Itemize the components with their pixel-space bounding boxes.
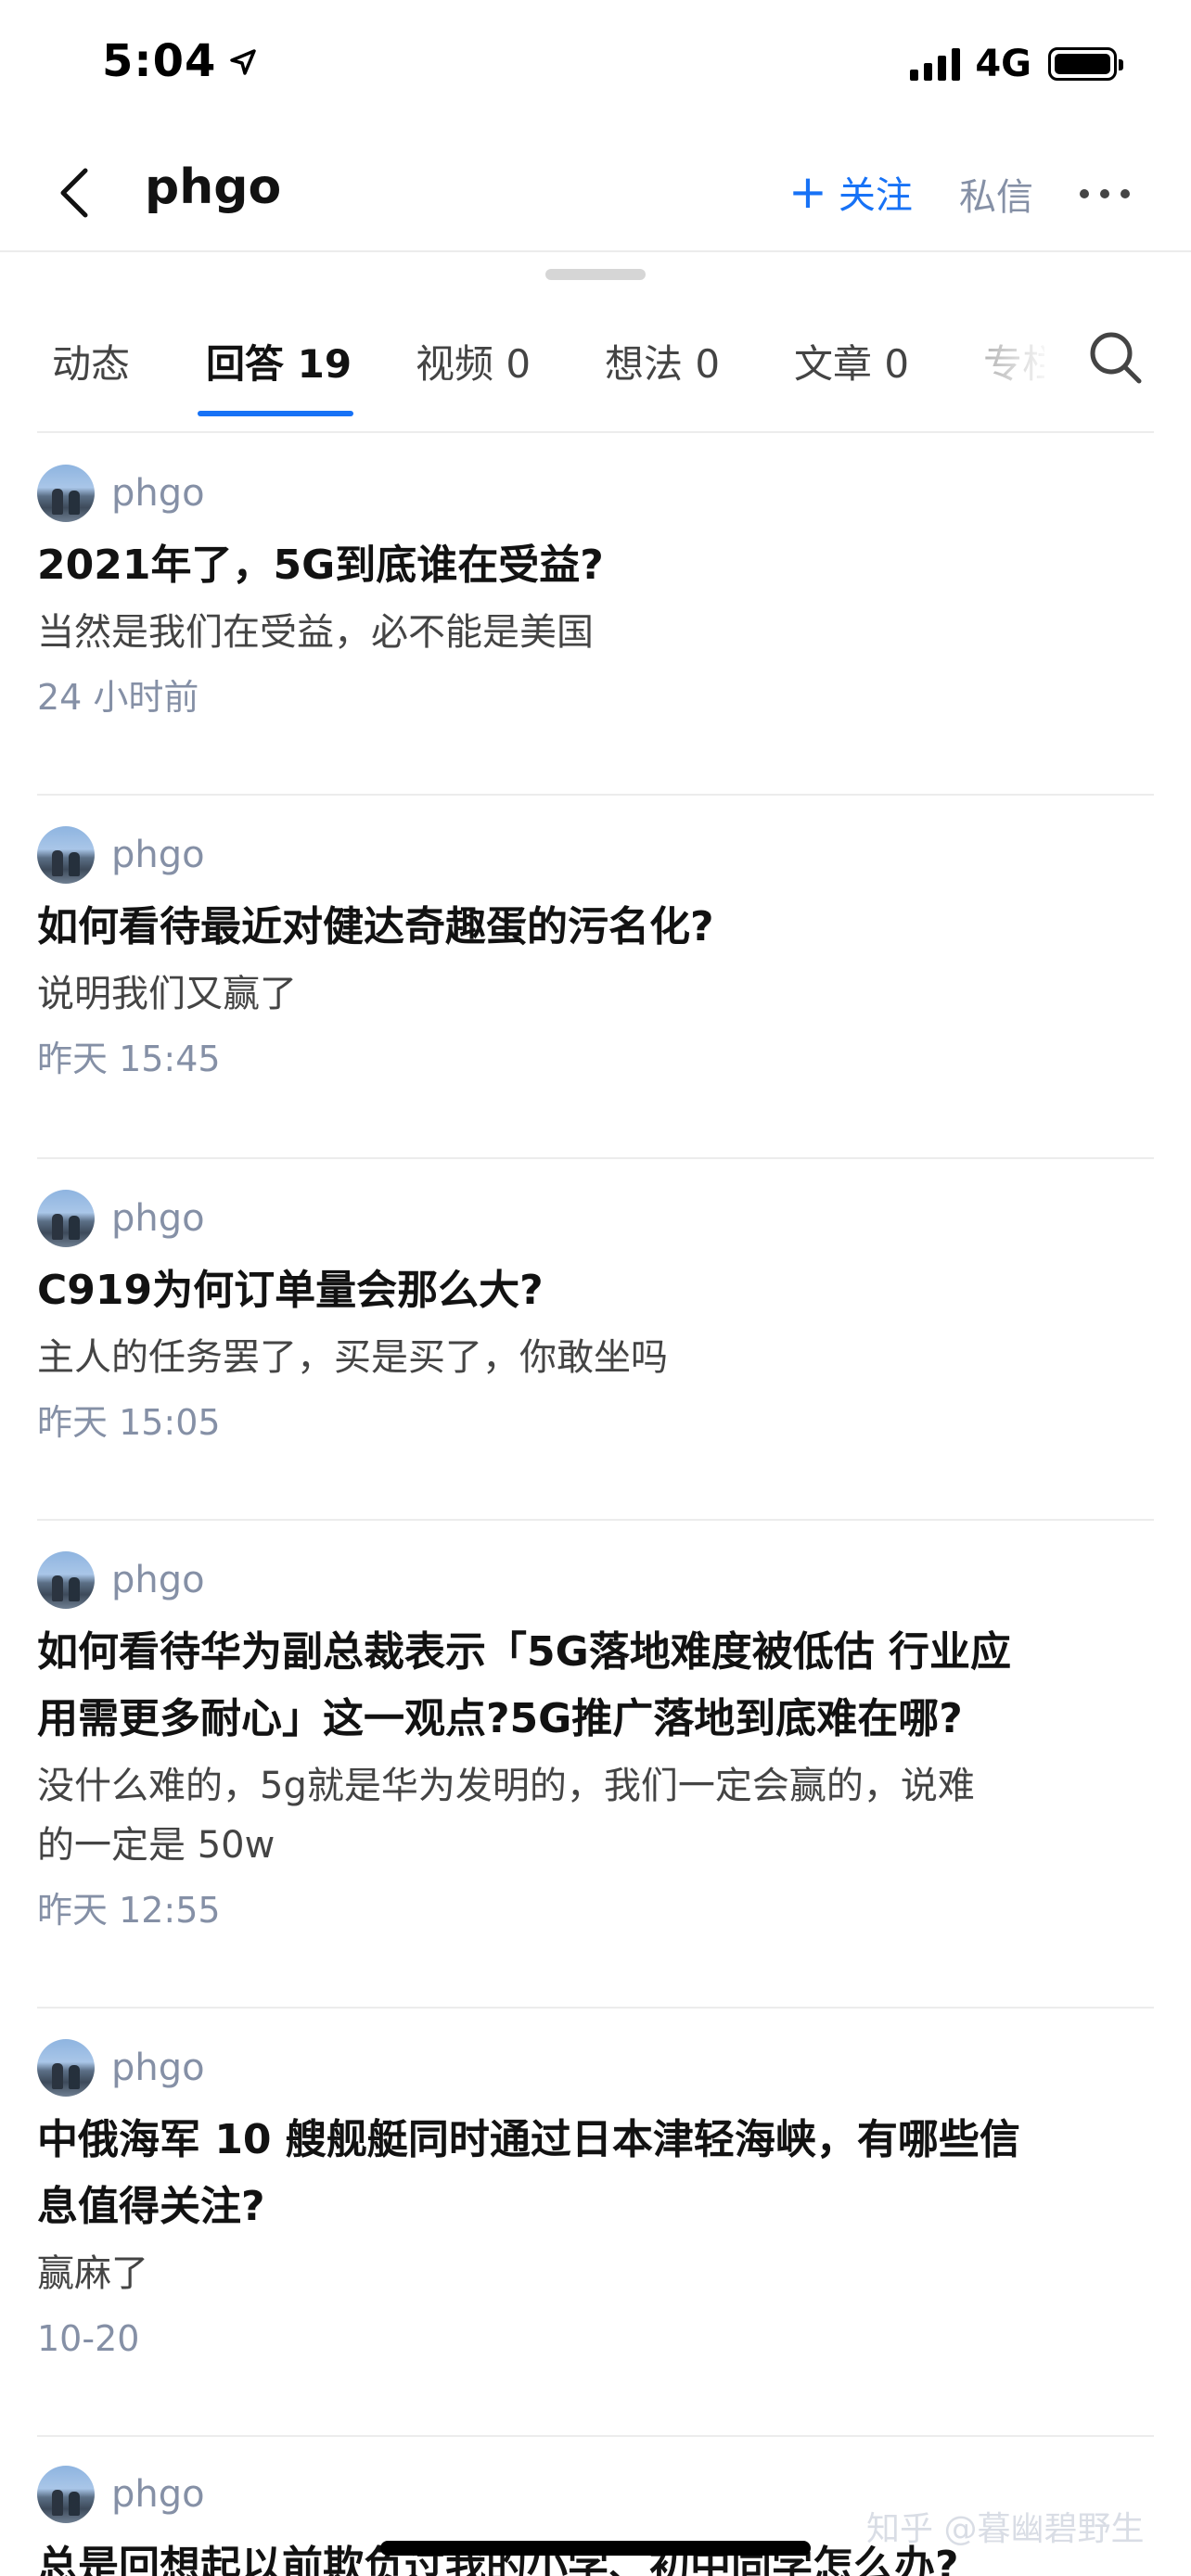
answer-excerpt-line: 没什么难的，5g就是华为发明的，我们一定会赢的，说难 — [37, 1765, 975, 1807]
cellular-signal-icon — [910, 47, 961, 81]
question-title[interactable]: 2021年了，5G到底谁在受益? — [37, 532, 1154, 599]
tab-videos[interactable]: 视频 0 — [416, 333, 531, 389]
answer-excerpt[interactable]: 没什么难的，5g就是华为发明的，我们一定会赢的，说难 的一定是 50w — [37, 1756, 1154, 1875]
tab-answers[interactable]: 回答 19 — [206, 333, 352, 389]
question-title-line: 息值得关注? — [37, 2183, 265, 2230]
author-name[interactable]: phgo — [111, 2047, 205, 2089]
answer-time: 24 小时前 — [37, 677, 199, 718]
tab-articles[interactable]: 文章 0 — [794, 333, 909, 389]
author-name[interactable]: phgo — [111, 472, 205, 515]
question-title[interactable]: 如何看待华为副总裁表示「5G落地难度被低估 行业应 用需更多耐心」这一观点?5G… — [37, 1619, 1154, 1753]
answer-time: 10-20 — [37, 2318, 140, 2359]
question-title-line: 如何看待华为副总裁表示「5G落地难度被低估 行业应 — [37, 1628, 1012, 1676]
tab-overflow-fade — [974, 320, 1067, 394]
tab-thoughts[interactable]: 想法 0 — [605, 333, 720, 389]
message-button[interactable]: 私信 — [959, 167, 1033, 221]
card-author[interactable]: phgo — [37, 825, 1154, 885]
answer-card[interactable]: phgo 2021年了，5G到底谁在受益? 当然是我们在受益，必不能是美国 24… — [37, 464, 1154, 721]
author-name[interactable]: phgo — [111, 1197, 205, 1240]
avatar[interactable] — [37, 826, 95, 884]
card-author[interactable]: phgo — [37, 464, 1154, 523]
card-divider — [37, 794, 1154, 796]
card-divider — [37, 1519, 1154, 1521]
plus-icon: + — [788, 165, 827, 219]
avatar[interactable] — [37, 2039, 95, 2097]
avatar[interactable] — [37, 2466, 95, 2523]
answer-time: 昨天 15:05 — [37, 1402, 221, 1443]
tab-activity[interactable]: 动态 — [52, 333, 130, 389]
status-bar: 5:04 4G — [0, 0, 1191, 130]
more-icon[interactable] — [1080, 189, 1130, 198]
back-icon[interactable] — [46, 165, 102, 221]
answer-card[interactable]: phgo 如何看待最近对健达奇趣蛋的污名化? 说明我们又赢了 昨天 15:45 — [37, 825, 1154, 1083]
status-time-text: 5:04 — [102, 35, 217, 87]
search-icon[interactable] — [1087, 329, 1145, 390]
drag-handle[interactable] — [545, 269, 646, 280]
answer-excerpt[interactable]: 当然是我们在受益，必不能是美国 — [37, 603, 1154, 662]
page-title: phgo — [145, 159, 282, 215]
avatar[interactable] — [37, 1551, 95, 1609]
author-name[interactable]: phgo — [111, 2473, 205, 2516]
network-type: 4G — [975, 43, 1031, 85]
author-name[interactable]: phgo — [111, 1559, 205, 1601]
answer-excerpt[interactable]: 说明我们又赢了 — [37, 964, 1154, 1024]
home-indicator[interactable] — [380, 2541, 811, 2556]
answer-card[interactable]: phgo 中俄海军 10 艘舰艇同时通过日本津轻海峡，有哪些信 息值得关注? 赢… — [37, 2038, 1154, 2363]
avatar[interactable] — [37, 1190, 95, 1247]
card-author[interactable]: phgo — [37, 1189, 1154, 1248]
question-title-line: 中俄海军 10 艘舰艇同时通过日本津轻海峡，有哪些信 — [37, 2116, 1020, 2163]
follow-label: 关注 — [838, 174, 913, 217]
tabs-divider — [37, 431, 1154, 433]
follow-button[interactable]: + 关注 — [788, 165, 913, 219]
answer-excerpt[interactable]: 主人的任务罢了，买是买了，你敢坐吗 — [37, 1328, 1154, 1387]
question-title-line: 用需更多耐心」这一观点?5G推广落地到底难在哪? — [37, 1695, 963, 1742]
status-indicators: 4G — [910, 43, 1123, 85]
question-title[interactable]: 如何看待最近对健达奇趣蛋的污名化? — [37, 894, 1154, 961]
card-divider — [37, 2007, 1154, 2009]
nav-bar: phgo + 关注 私信 — [0, 130, 1191, 252]
answer-excerpt[interactable]: 赢麻了 — [37, 2244, 1154, 2303]
question-title[interactable]: 中俄海军 10 艘舰艇同时通过日本津轻海峡，有哪些信 息值得关注? — [37, 2107, 1154, 2240]
author-name[interactable]: phgo — [111, 834, 205, 876]
avatar[interactable] — [37, 465, 95, 522]
card-divider — [37, 2435, 1154, 2437]
answer-time: 昨天 15:45 — [37, 1039, 221, 1079]
answer-time: 昨天 12:55 — [37, 1890, 221, 1931]
status-time: 5:04 — [102, 35, 257, 87]
location-arrow-icon — [229, 35, 257, 87]
question-title[interactable]: C919为何订单量会那么大? — [37, 1257, 1154, 1324]
answer-excerpt-line: 的一定是 50w — [37, 1824, 275, 1867]
answer-card[interactable]: phgo C919为何订单量会那么大? 主人的任务罢了，买是买了，你敢坐吗 昨天… — [37, 1189, 1154, 1447]
card-divider — [37, 1157, 1154, 1159]
answer-card[interactable]: phgo 如何看待华为副总裁表示「5G落地难度被低估 行业应 用需更多耐心」这一… — [37, 1550, 1154, 1934]
battery-icon — [1048, 47, 1123, 81]
watermark: 知乎 @暮幽碧野生 — [866, 2510, 1145, 2548]
card-author[interactable]: phgo — [37, 1550, 1154, 1610]
card-author[interactable]: phgo — [37, 2038, 1154, 2098]
active-tab-indicator — [198, 411, 353, 416]
tab-bar: 动态 回答 19 视频 0 想法 0 文章 0 专栏 — [0, 292, 1191, 433]
